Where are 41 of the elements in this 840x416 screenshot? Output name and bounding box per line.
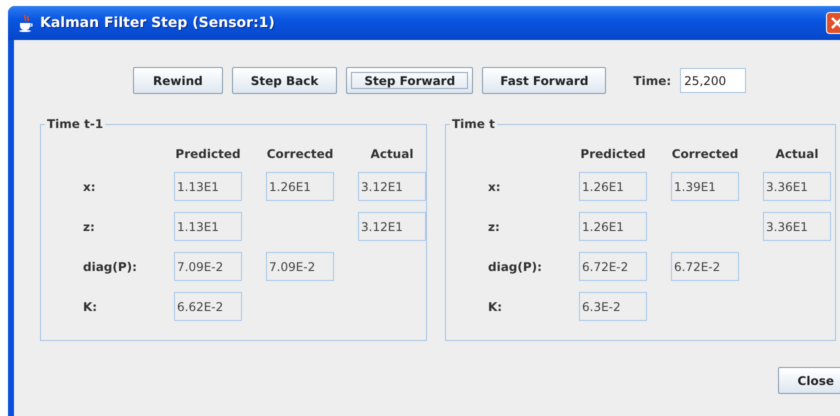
row-label: diag(P): — [488, 260, 543, 274]
row-label: z: — [488, 220, 501, 234]
panel-title: Time t — [451, 117, 496, 131]
row-label: K: — [83, 300, 98, 314]
time-label: Time: — [633, 74, 672, 88]
value-field: 7.09E-2 — [266, 252, 334, 281]
column-header: Predicted — [174, 147, 242, 161]
row-label: K: — [488, 300, 504, 314]
value-field: 3.12E1 — [358, 212, 426, 241]
value-field: 6.72E-2 — [671, 252, 739, 281]
value-field: 3.36E1 — [763, 212, 831, 241]
value-field: 1.26E1 — [579, 172, 647, 201]
column-header: Actual — [370, 147, 414, 161]
value-field: 1.13E1 — [174, 172, 242, 201]
value-field: 1.13E1 — [174, 212, 242, 241]
panel-title: Time t-1 — [46, 117, 104, 131]
row-label: diag(P): — [83, 260, 138, 274]
toolbar-button[interactable]: Step Back — [232, 67, 338, 94]
value-field: 6.62E-2 — [174, 292, 242, 321]
value-field: 3.36E1 — [763, 172, 831, 201]
coffee-cup-icon — [18, 14, 34, 32]
column-header: Predicted — [579, 147, 647, 161]
row-label: x: — [488, 180, 502, 194]
row-label: z: — [83, 220, 96, 234]
value-field: 1.26E1 — [579, 212, 647, 241]
value-field: 7.09E-2 — [174, 252, 242, 281]
window-title: Kalman Filter Step (Sensor:1) — [40, 15, 276, 31]
value-field: 6.3E-2 — [579, 292, 647, 321]
value-field: 6.72E-2 — [579, 252, 647, 281]
column-header: Corrected — [266, 147, 334, 161]
close-button[interactable]: Close — [778, 367, 840, 394]
column-header: Actual — [774, 147, 820, 161]
time-field[interactable]: 25,200 — [680, 68, 746, 93]
value-field: 1.39E1 — [671, 172, 739, 201]
focused-button[interactable]: Step Forward — [346, 67, 474, 94]
toolbar-button[interactable]: Rewind — [133, 67, 223, 94]
row-label: x: — [83, 180, 97, 194]
value-field: 3.12E1 — [358, 172, 426, 201]
value-field: 1.26E1 — [266, 172, 334, 201]
toolbar-button[interactable]: Fast Forward — [482, 67, 606, 94]
column-header: Corrected — [671, 147, 739, 161]
